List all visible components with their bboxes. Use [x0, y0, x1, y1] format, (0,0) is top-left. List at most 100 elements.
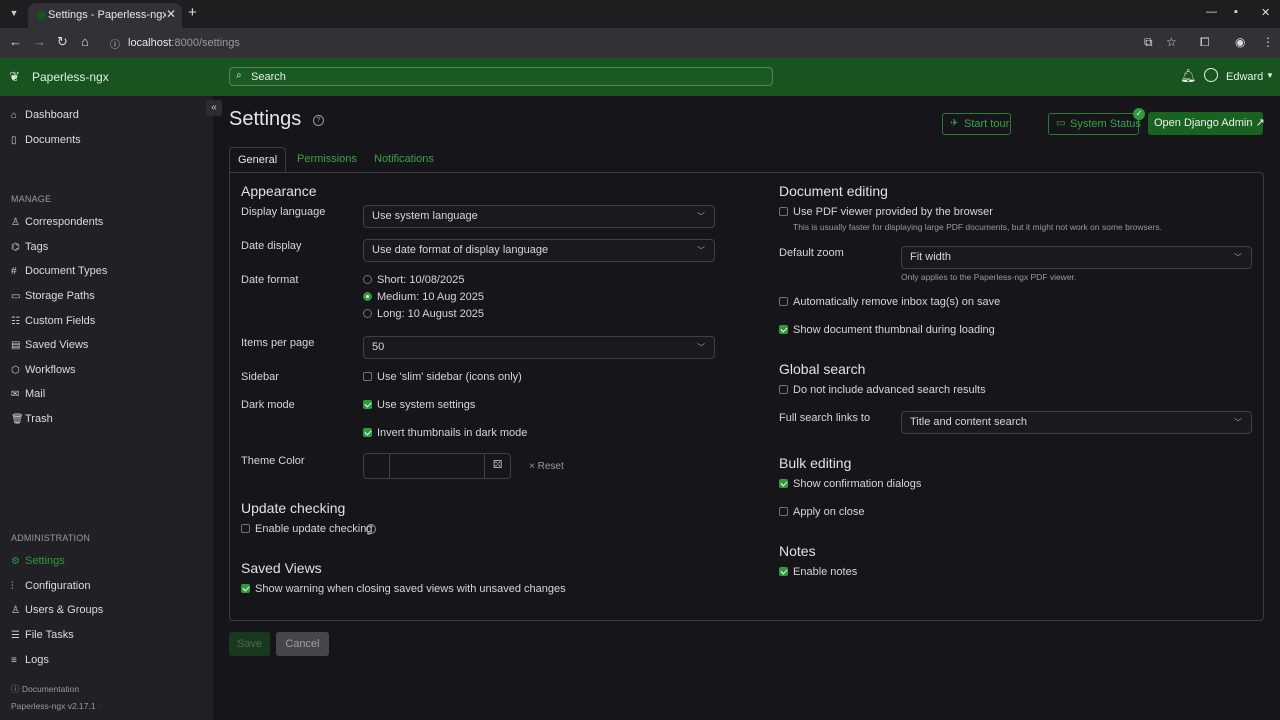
forward-icon[interactable]: → [33, 34, 46, 49]
sidebar-item-dashboard[interactable]: ⌂ Dashboard [11, 109, 79, 121]
display-language-select[interactable]: Use system language ﹀ [363, 205, 715, 228]
extensions-icon[interactable]: ⧠ [1200, 35, 1210, 50]
invert-thumbnails-checkbox[interactable] [363, 428, 372, 437]
dice-icon[interactable]: ⚄ [484, 454, 510, 478]
no-advanced-search-label[interactable]: Do not include advanced search results [793, 384, 986, 396]
date-format-short-radio[interactable] [363, 275, 372, 284]
items-per-page-select[interactable]: 50 ﹀ [363, 336, 715, 359]
date-format-medium-radio[interactable] [363, 292, 372, 301]
sidebar [0, 96, 213, 720]
full-search-links-label: Full search links to [779, 412, 871, 424]
tab-permissions[interactable]: Permissions [289, 147, 365, 173]
apply-on-close-checkbox[interactable] [779, 507, 788, 516]
sidebar-item-saved-views[interactable]: ▤ Saved Views [11, 339, 88, 351]
full-search-links-select[interactable]: Title and content search ﹀ [901, 411, 1252, 434]
open-django-admin-button[interactable]: Open Django Admin ↗ [1148, 112, 1265, 135]
system-status-button[interactable]: ▭ System Status [1048, 113, 1141, 135]
collapse-sidebar-icon[interactable]: « [206, 100, 222, 116]
enable-update-checking-checkbox[interactable] [241, 524, 250, 533]
remove-inbox-tags-label[interactable]: Automatically remove inbox tag(s) on sav… [793, 296, 1000, 308]
address-bar[interactable]: ⓘ localhost:8000/settings [104, 32, 1184, 54]
user-avatar-icon[interactable] [1204, 68, 1218, 82]
save-button[interactable]: Save [229, 632, 270, 656]
show-thumbnail-label[interactable]: Show document thumbnail during loading [793, 324, 995, 336]
close-tab-icon[interactable]: ✕ [166, 7, 176, 21]
cancel-button[interactable]: Cancel [276, 632, 329, 656]
sidebar-item-settings[interactable]: ⚙ Settings [11, 555, 65, 567]
sidebar-item-documents[interactable]: ▯ Documents [11, 134, 81, 146]
bookmark-star-icon[interactable]: ☆ [1166, 35, 1177, 49]
sliders-icon: ⫶ [11, 581, 14, 592]
manage-heading: MANAGE [11, 194, 52, 204]
window-close-icon[interactable]: ✕ [1261, 6, 1270, 19]
pdf-viewer-checkbox[interactable] [779, 207, 788, 216]
theme-color-input[interactable]: ⚄ [363, 453, 511, 479]
date-format-long-label[interactable]: Long: 10 August 2025 [377, 308, 484, 320]
sidebar-item-document-types[interactable]: # Document Types [11, 265, 107, 277]
envelope-icon: ✉ [11, 389, 20, 400]
sidebar-item-users-groups[interactable]: ♙ Users & Groups [11, 604, 103, 616]
help-icon[interactable]: ? [313, 115, 324, 126]
ui-radios-icon: ☷ [11, 316, 20, 327]
sidebar-item-workflows[interactable]: ⬡ Workflows [11, 364, 76, 376]
invert-thumbnails-label[interactable]: Invert thumbnails in dark mode [377, 427, 527, 439]
date-format-medium-label[interactable]: Medium: 10 Aug 2025 [377, 291, 484, 303]
date-format-short-label[interactable]: Short: 10/08/2025 [377, 274, 464, 286]
dark-mode-system-checkbox[interactable] [363, 400, 372, 409]
profile-icon[interactable]: ◉ [1235, 35, 1245, 49]
site-info-icon[interactable]: ⓘ [110, 36, 120, 51]
new-tab-icon[interactable]: + [188, 4, 197, 21]
reload-icon[interactable]: ↻ [57, 34, 68, 50]
chevron-down-icon: ﹀ [1234, 253, 1242, 262]
sidebar-item-custom-fields[interactable]: ☷ Custom Fields [11, 315, 95, 327]
no-advanced-search-checkbox[interactable] [779, 385, 788, 394]
user-menu[interactable]: Edward [1226, 71, 1263, 83]
remove-inbox-tags-checkbox[interactable] [779, 297, 788, 306]
sidebar-item-configuration[interactable]: ⫶ Configuration [11, 580, 90, 592]
date-display-select[interactable]: Use date format of display language ﹀ [363, 239, 715, 262]
install-icon[interactable]: ⧉ [1144, 35, 1153, 50]
saved-views-warning-checkbox[interactable] [241, 584, 250, 593]
tab-notifications[interactable]: Notifications [366, 147, 442, 173]
app-name[interactable]: Paperless-ngx [32, 70, 109, 84]
notifications-bell-icon[interactable]: 🔔︎ [1180, 68, 1197, 84]
maximize-icon[interactable]: ▪ [1234, 6, 1238, 18]
tab-general[interactable]: General [229, 147, 287, 173]
reset-theme-color-button[interactable]: × Reset [529, 461, 564, 472]
sidebar-item-file-tasks[interactable]: ☰ File Tasks [11, 629, 74, 641]
back-icon[interactable]: ← [9, 34, 22, 49]
sidebar-item-trash[interactable]: 🗑︎Trash [11, 413, 53, 425]
caret-down-icon[interactable]: ▼ [1266, 71, 1274, 80]
sidebar-item-storage-paths[interactable]: ▭ Storage Paths [11, 290, 95, 302]
question-circle-icon[interactable]: ? [366, 524, 376, 534]
apply-on-close-label[interactable]: Apply on close [793, 506, 865, 518]
browser-menu-icon[interactable]: ⋮ [1262, 35, 1274, 49]
theme-color-swatch[interactable] [364, 454, 390, 478]
confirmation-dialogs-label[interactable]: Show confirmation dialogs [793, 478, 921, 490]
slim-sidebar-checkbox[interactable] [363, 372, 372, 381]
sidebar-item-correspondents[interactable]: ♙ Correspondents [11, 216, 103, 228]
tab-search-icon[interactable]: ▼ [6, 5, 22, 21]
saved-views-warning-label[interactable]: Show warning when closing saved views wi… [255, 583, 566, 595]
sidebar-item-logs[interactable]: ≡ Logs [11, 654, 49, 666]
home-icon[interactable]: ⌂ [81, 34, 89, 49]
confirmation-dialogs-checkbox[interactable] [779, 479, 788, 488]
slim-sidebar-label[interactable]: Use 'slim' sidebar (icons only) [377, 371, 522, 383]
enable-notes-checkbox[interactable] [779, 567, 788, 576]
date-format-long-radio[interactable] [363, 309, 372, 318]
show-thumbnail-checkbox[interactable] [779, 325, 788, 334]
documentation-link[interactable]: ⓘ Documentation [11, 683, 79, 695]
gear-icon: ⚙ [11, 556, 20, 567]
enable-update-checking-label[interactable]: Enable update checking [255, 523, 372, 535]
pdf-viewer-label[interactable]: Use PDF viewer provided by the browser [793, 206, 993, 218]
global-search-input[interactable]: ⌕ Search [229, 67, 773, 86]
start-tour-button[interactable]: ✈ Start tour [942, 113, 1011, 135]
notes-heading: Notes [779, 543, 816, 559]
dark-mode-system-label[interactable]: Use system settings [377, 399, 475, 411]
browser-tab[interactable]: Settings - Paperless-ngx ✕ [28, 3, 182, 28]
enable-notes-label[interactable]: Enable notes [793, 566, 857, 578]
sidebar-item-tags[interactable]: ⌬ Tags [11, 241, 48, 253]
minimize-icon[interactable]: — [1206, 6, 1217, 18]
default-zoom-select[interactable]: Fit width ﹀ [901, 246, 1252, 269]
sidebar-item-mail[interactable]: ✉ Mail [11, 388, 45, 400]
